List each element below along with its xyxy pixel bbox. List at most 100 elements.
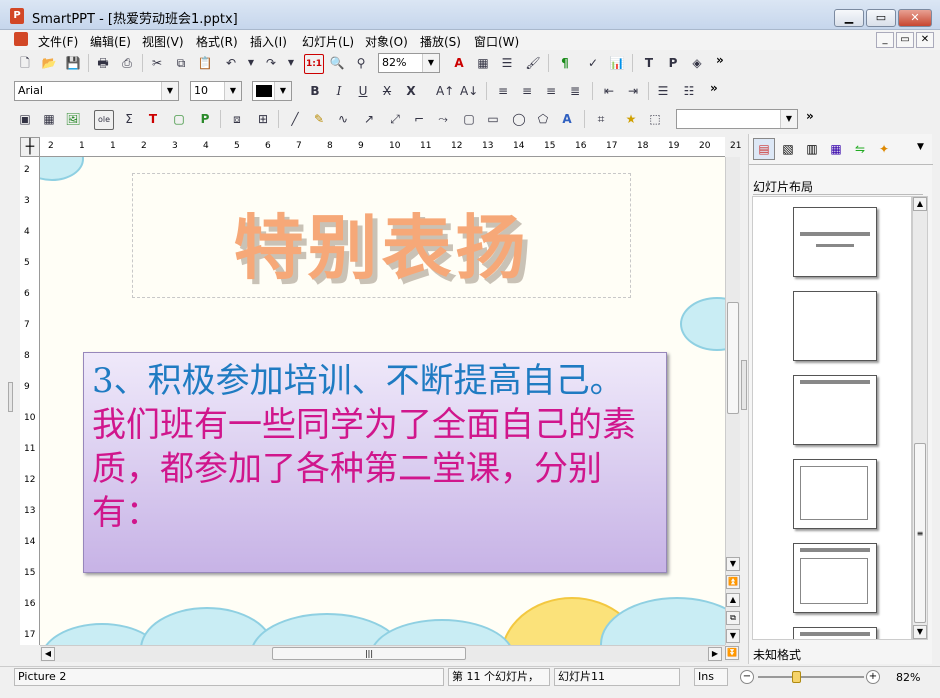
redo-icon[interactable]: ↷ [262, 54, 280, 72]
menu-edit[interactable]: 编辑(E) [90, 33, 131, 50]
menu-play[interactable]: 播放(S) [420, 33, 461, 50]
maximize-button[interactable]: ▭ [866, 9, 896, 27]
table-icon[interactable]: ▦ [40, 110, 58, 128]
arrow-tool-icon[interactable]: ↗ [360, 110, 378, 128]
cut-icon[interactable]: ✂ [148, 54, 166, 72]
underline-icon[interactable]: U [354, 82, 372, 100]
wordart-icon[interactable]: A [558, 110, 576, 128]
design-tab-icon[interactable]: ▧ [779, 140, 797, 158]
layout-tab-icon[interactable]: ▤ [753, 138, 775, 160]
open-folder-icon[interactable]: 📂 [40, 54, 58, 72]
next-slide-button[interactable]: ▼ [726, 629, 740, 643]
paste-icon[interactable]: 📋 [196, 54, 214, 72]
vertical-ruler[interactable]: 2 3 4 5 6 7 8 9 10 11 12 13 14 15 16 17 [20, 157, 40, 645]
scroll-up-button[interactable]: ▲ [913, 197, 927, 211]
document-icon[interactable] [14, 32, 28, 46]
zoom-slider[interactable] [758, 676, 864, 678]
close-button[interactable]: ✕ [898, 9, 932, 27]
curved-connector-icon[interactable]: ⤳ [434, 110, 452, 128]
notes-icon[interactable]: ☰ [498, 54, 516, 72]
zoom-select[interactable]: 82% ▼ [378, 53, 440, 73]
menu-slide[interactable]: 幻灯片(L) [302, 33, 354, 50]
frame-icon[interactable]: ▢ [170, 110, 188, 128]
minimize-button[interactable]: ▁ [834, 9, 864, 27]
layout-title-only[interactable] [793, 375, 877, 445]
text-color-icon[interactable]: A [450, 54, 468, 72]
zoom-slider-thumb[interactable] [792, 671, 801, 683]
scroll-thumb[interactable]: ≡ [914, 443, 926, 623]
panel-menu-icon[interactable]: ▼ [917, 142, 924, 152]
clipart-icon[interactable]: ✦ [875, 140, 893, 158]
numbered-list-icon[interactable]: ☷ [680, 82, 698, 100]
font-size-select[interactable]: 10 ▼ [190, 81, 242, 101]
star-icon[interactable]: ★ [622, 110, 640, 128]
mdi-minimize-button[interactable]: _ [876, 32, 894, 48]
slide-list-button[interactable]: ⧉ [726, 611, 740, 625]
menu-format[interactable]: 格式(R) [196, 33, 238, 50]
actual-size-icon[interactable]: 1:1 [304, 54, 324, 74]
more-toolbar-icon[interactable]: » [710, 81, 718, 95]
decrease-indent-icon[interactable]: ⇤ [600, 82, 618, 100]
layout-title-content[interactable] [793, 543, 877, 613]
text-box-icon[interactable]: T [640, 54, 658, 72]
curve-tool-icon[interactable]: ∿ [334, 110, 352, 128]
save-icon[interactable]: 💾 [64, 54, 82, 72]
previous-slide-button[interactable]: ▲ [726, 593, 740, 607]
shrink-font-icon[interactable]: A↓ [460, 82, 478, 100]
transition-icon[interactable]: ⇋ [851, 140, 869, 158]
font-name-select[interactable]: Arial ▼ [14, 81, 179, 101]
group-icon[interactable]: ⧈ [228, 110, 246, 128]
zoom-in-icon[interactable]: 🔍 [328, 54, 346, 72]
effects-icon[interactable]: ⬚ [646, 110, 664, 128]
rounded-rect-icon[interactable]: ▭ [484, 110, 502, 128]
bold-icon[interactable]: B [306, 82, 324, 100]
layout-two-content[interactable] [793, 627, 877, 639]
layout-list-scrollbar[interactable]: ▲ ≡ ▼ [912, 196, 928, 640]
scroll-left-button[interactable]: ◀ [41, 647, 55, 661]
rectangle-icon[interactable]: ▢ [460, 110, 478, 128]
select-frame-icon[interactable]: ▣ [16, 110, 34, 128]
animation-icon[interactable]: ▦ [827, 140, 845, 158]
color-scheme-icon[interactable]: ▥ [803, 140, 821, 158]
vertical-scrollbar[interactable]: ▼ ⏫ ▲ ⧉ ▼ [725, 157, 740, 645]
grow-font-icon[interactable]: A↑ [436, 82, 454, 100]
fill-color-select[interactable]: ▼ [252, 81, 292, 101]
ole-object-icon[interactable]: ole [94, 110, 114, 130]
zoom-in-icon[interactable]: + [866, 670, 880, 684]
first-slide-button[interactable]: ⏫ [726, 575, 740, 589]
scroll-right-button[interactable]: ▶ [708, 647, 722, 661]
chart-icon[interactable]: 📊 [608, 54, 626, 72]
bullet-list-icon[interactable]: ☰ [654, 82, 672, 100]
more-toolbar-icon[interactable]: » [716, 53, 724, 67]
copy-icon[interactable]: ⧉ [172, 54, 190, 72]
menu-insert[interactable]: 插入(I) [250, 33, 287, 50]
right-pane-splitter[interactable] [741, 360, 747, 410]
layout-title-slide[interactable] [793, 207, 877, 277]
zoom-out-icon[interactable]: − [740, 670, 754, 684]
text-frame-icon[interactable]: T [144, 110, 162, 128]
pen-tool-icon[interactable]: ✎ [310, 110, 328, 128]
left-pane-splitter[interactable] [4, 160, 16, 660]
undo-dropdown-icon[interactable]: ▼ [242, 54, 260, 72]
redo-dropdown-icon[interactable]: ▼ [282, 54, 300, 72]
picture-icon[interactable]: 🖼 [64, 110, 82, 128]
style-select[interactable]: ▼ [676, 109, 798, 129]
new-file-icon[interactable]: 🗋 [16, 54, 34, 72]
more-toolbar-icon[interactable]: » [806, 109, 814, 123]
align-objects-icon[interactable]: ⊞ [254, 110, 272, 128]
body-textbox[interactable]: 3、积极参加培训、不断提高自己。我们班有一些同学为了全面自己的素质，都参加了各种… [83, 352, 667, 573]
undo-icon[interactable]: ↶ [222, 54, 240, 72]
spell-check-icon[interactable]: ✓ [584, 54, 602, 72]
layout-content[interactable] [793, 459, 877, 529]
scroll-thumb[interactable]: ||| [272, 647, 466, 660]
strikethrough-icon[interactable]: X [378, 82, 396, 100]
insert-table-icon[interactable]: ▦ [474, 54, 492, 72]
last-slide-button[interactable]: ⏬ [725, 646, 739, 660]
mdi-restore-button[interactable]: ▭ [896, 32, 914, 48]
slide-canvas[interactable]: 特别表扬 3、积极参加培训、不断提高自己。我们班有一些同学为了全面自己的素质，都… [40, 157, 725, 645]
menu-file[interactable]: 文件(F) [38, 33, 78, 50]
crop-icon[interactable]: ⌗ [592, 110, 610, 128]
zoom-icon[interactable]: ⚲ [352, 54, 370, 72]
horizontal-scrollbar[interactable]: ◀ ||| ▶ [40, 645, 725, 662]
italic-icon[interactable]: I [330, 82, 348, 100]
